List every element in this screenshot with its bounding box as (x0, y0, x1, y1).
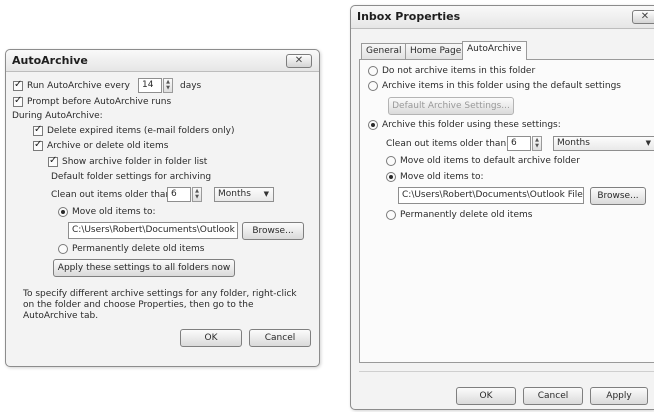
delete-expired-checkbox[interactable] (33, 124, 43, 136)
autoarchive-title: AutoArchive (12, 54, 88, 67)
ok-button[interactable]: OK (180, 329, 242, 347)
autoarchive-tab-panel: Do not archive items in this folder Arch… (359, 59, 654, 363)
perm-delete-radio[interactable] (386, 210, 396, 220)
info-line-1: To specify different archive settings fo… (23, 289, 297, 299)
clean-value-spinner[interactable]: ▲ ▼ (192, 187, 202, 202)
inbox-title: Inbox Properties (357, 10, 461, 23)
move-path-input[interactable]: C:\Users\Robert\Documents\Outlook Files\ (398, 187, 584, 204)
browse-button[interactable]: Browse... (590, 187, 646, 205)
chevron-down-icon: ▼ (645, 139, 651, 147)
clean-unit-value: Months (557, 138, 590, 148)
ok-button[interactable]: OK (456, 387, 516, 405)
browse-button[interactable]: Browse... (242, 222, 304, 240)
clean-value-spinner[interactable]: ▲ ▼ (532, 136, 542, 151)
clean-label: Clean out items older than (51, 190, 172, 200)
run-autoarchive-checkbox[interactable] (13, 79, 23, 91)
clean-label: Clean out items older than (386, 139, 507, 149)
tab-home-page[interactable]: Home Page (405, 43, 467, 59)
default-archive-settings-button[interactable]: Default Archive Settings... (388, 97, 514, 115)
close-icon[interactable]: ✕ (286, 54, 312, 68)
perm-delete-radio[interactable] (58, 244, 68, 254)
clean-unit-select[interactable]: Months ▼ (214, 187, 274, 202)
perm-delete-label: Permanently delete old items (400, 210, 533, 220)
info-line-3: AutoArchive tab. (23, 311, 99, 321)
autoarchive-dialog: AutoArchive ✕ Run AutoArchive every 14 ▲… (5, 49, 320, 367)
default-settings-label: Default folder settings for archiving (51, 172, 212, 182)
clean-value-input[interactable]: 6 (167, 187, 191, 202)
inbox-titlebar: Inbox Properties ✕ (351, 6, 654, 29)
cancel-button[interactable]: Cancel (249, 329, 311, 347)
custom-archive-radio[interactable] (368, 120, 378, 130)
move-items-radio[interactable] (58, 207, 68, 217)
clean-value-input[interactable]: 6 (507, 136, 531, 151)
no-archive-label: Do not archive items in this folder (382, 66, 536, 76)
delete-expired-label: Delete expired items (e-mail folders onl… (47, 126, 235, 136)
tab-autoarchive[interactable]: AutoArchive (462, 41, 527, 60)
inbox-properties-dialog: Inbox Properties ✕ General Home Page Aut… (350, 5, 654, 410)
move-default-radio[interactable] (386, 156, 396, 166)
move-path-input[interactable]: C:\Users\Robert\Documents\Outlook F (68, 222, 238, 239)
clean-unit-value: Months (218, 189, 251, 199)
days-label: days (180, 81, 202, 91)
default-archive-radio[interactable] (368, 81, 378, 91)
footer-divider (359, 371, 654, 372)
move-items-radio[interactable] (386, 172, 396, 182)
move-items-label: Move old items to: (400, 172, 484, 182)
chevron-down-icon: ▼ (263, 190, 269, 198)
perm-delete-label: Permanently delete old items (72, 244, 205, 254)
no-archive-radio[interactable] (368, 66, 378, 76)
run-days-spinner[interactable]: ▲ ▼ (163, 78, 173, 93)
show-folder-checkbox[interactable] (48, 155, 58, 167)
run-autoarchive-label: Run AutoArchive every (27, 81, 130, 91)
move-default-label: Move old items to default archive folder (400, 156, 580, 166)
run-days-input[interactable]: 14 (138, 78, 162, 93)
apply-all-button[interactable]: Apply these settings to all folders now (53, 259, 235, 277)
apply-button[interactable]: Apply (590, 387, 648, 405)
default-archive-label: Archive items in this folder using the d… (382, 81, 621, 91)
prompt-checkbox[interactable] (13, 95, 23, 107)
close-icon[interactable]: ✕ (632, 10, 654, 24)
archive-old-checkbox[interactable] (33, 139, 43, 151)
show-folder-label: Show archive folder in folder list (62, 157, 208, 167)
autoarchive-titlebar: AutoArchive ✕ (6, 50, 319, 72)
move-items-label: Move old items to: (72, 207, 156, 217)
during-autoarchive-label: During AutoArchive: (12, 111, 103, 121)
archive-old-label: Archive or delete old items (47, 141, 169, 151)
info-line-2: on the folder and choose Properties, the… (23, 300, 254, 310)
tab-general[interactable]: General (361, 43, 407, 59)
clean-unit-select[interactable]: Months ▼ (553, 136, 654, 151)
custom-archive-label: Archive this folder using these settings… (382, 120, 561, 130)
cancel-button[interactable]: Cancel (523, 387, 583, 405)
prompt-label: Prompt before AutoArchive runs (27, 97, 172, 107)
